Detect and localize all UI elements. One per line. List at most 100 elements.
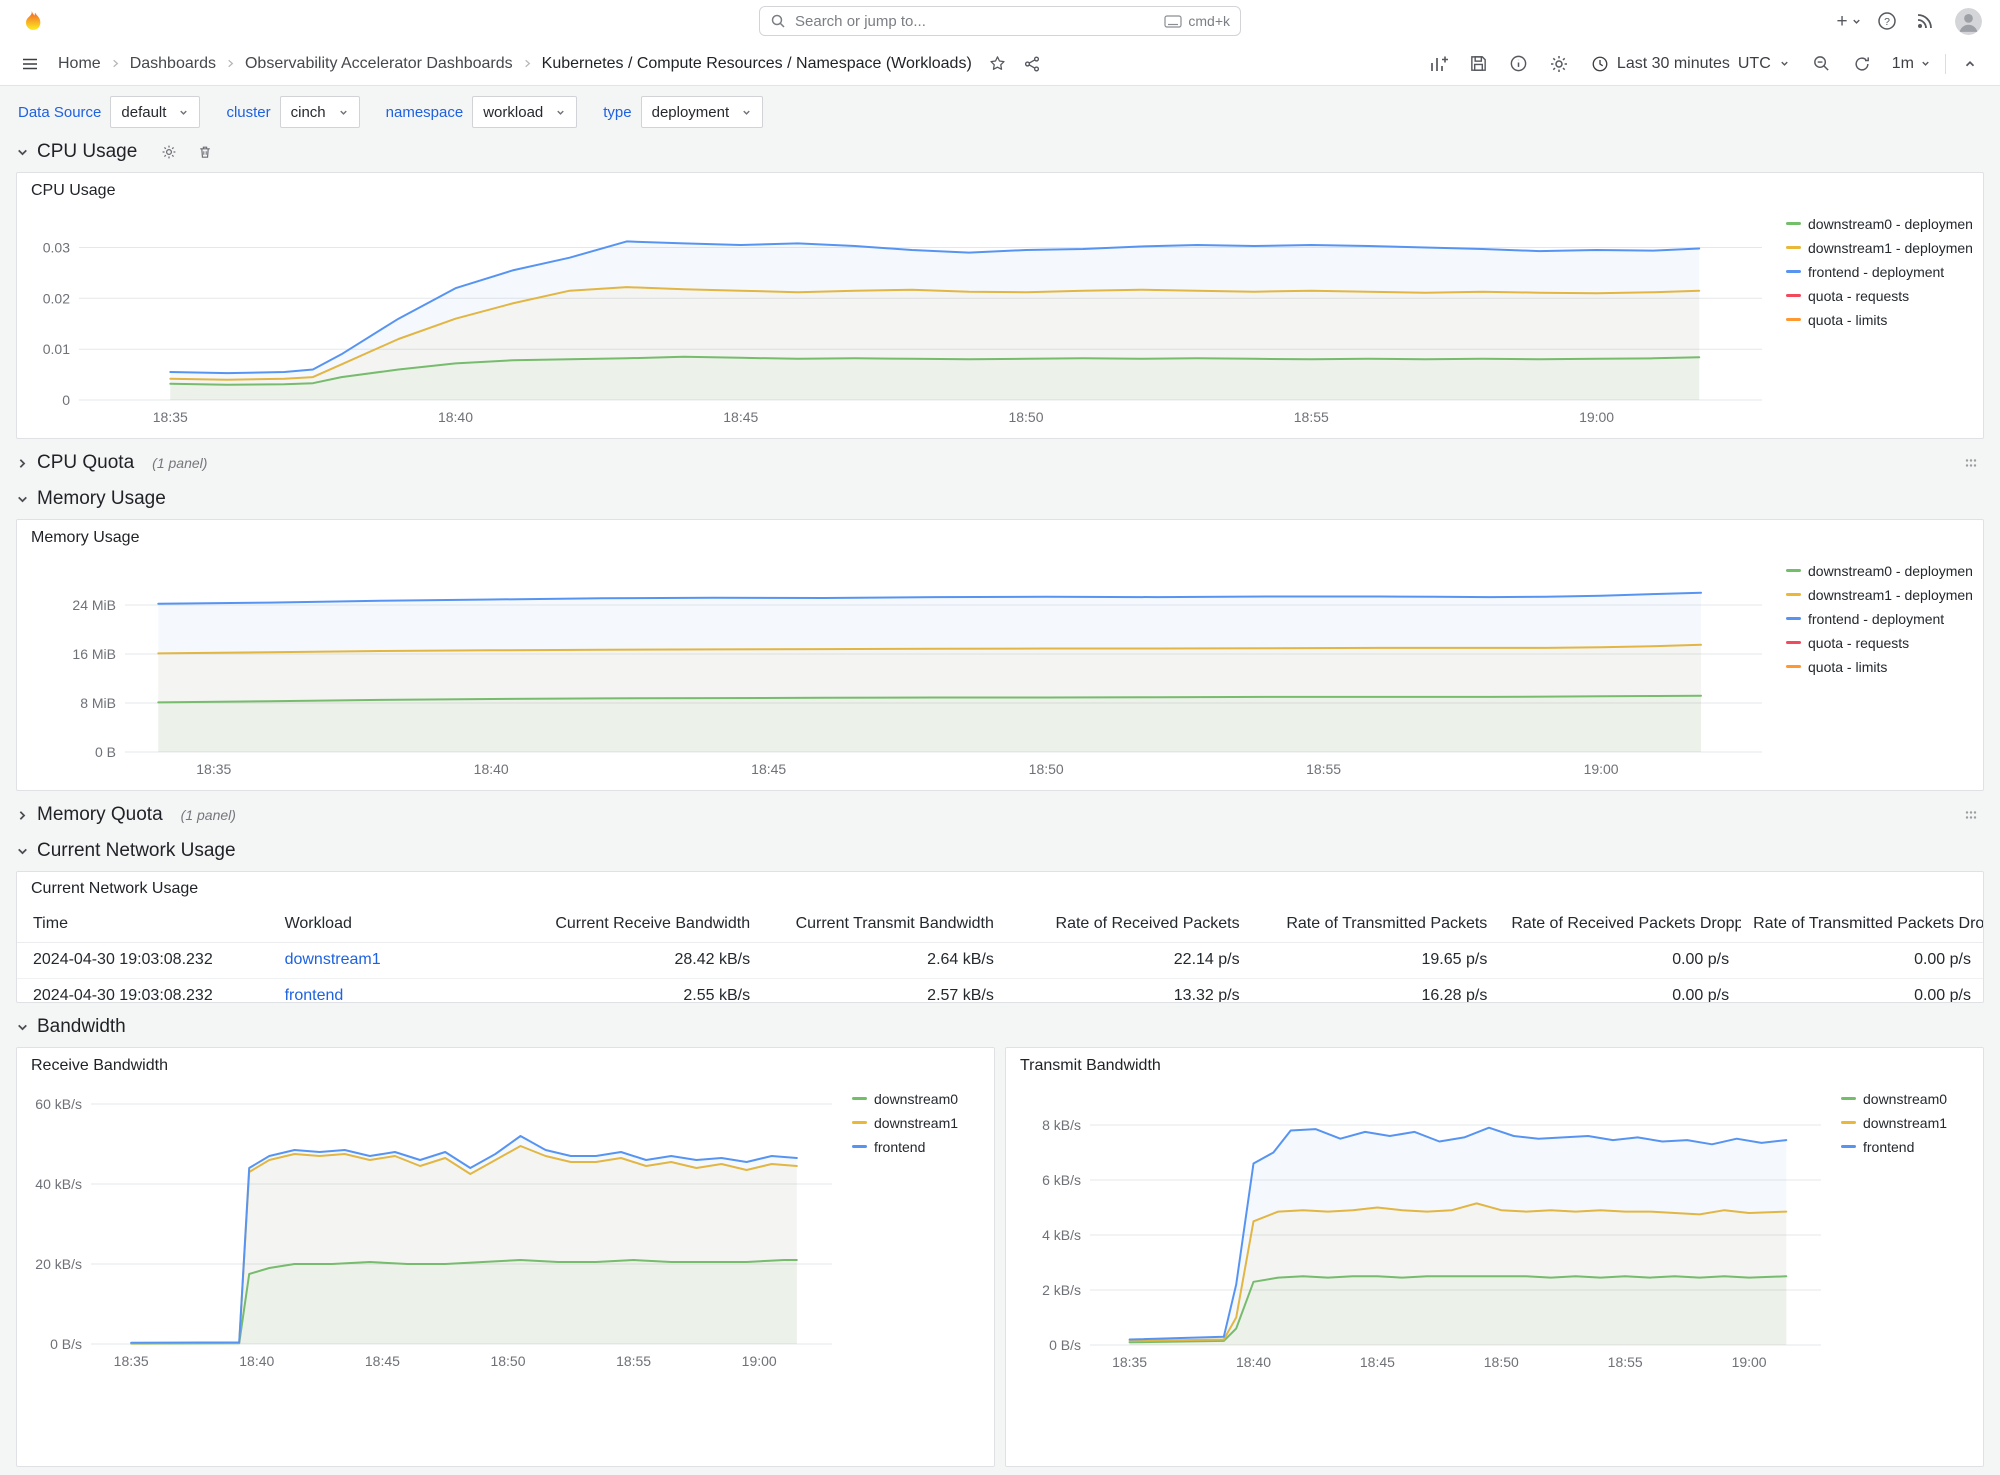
legend-item[interactable]: quota - requests: [1786, 285, 1973, 306]
dashboard-insights-button[interactable]: [1503, 48, 1535, 80]
panel-title[interactable]: Current Network Usage: [17, 872, 1983, 906]
row-title: Current Network Usage: [37, 840, 236, 861]
svg-text:18:35: 18:35: [196, 761, 231, 777]
breadcrumb-home[interactable]: Home: [58, 55, 121, 73]
time-range-label: Last 30 minutes: [1616, 54, 1730, 72]
row-header-current-network-usage[interactable]: Current Network Usage: [16, 835, 1984, 867]
legend-item[interactable]: downstream1: [852, 1112, 984, 1133]
svg-text:2 kB/s: 2 kB/s: [1042, 1282, 1081, 1298]
panel-title[interactable]: CPU Usage: [17, 173, 1983, 209]
table-cell: 0.00 p/s: [1499, 978, 1742, 1002]
breadcrumb-dashboards[interactable]: Dashboards: [130, 55, 236, 73]
transmit-bandwidth-chart[interactable]: 0 B/s 2 kB/s 4 kB/s 6 kB/s 8 kB/s 18:35 18:40 1…: [1006, 1084, 1835, 1375]
table-cell: 19.65 p/s: [1251, 942, 1500, 979]
panel-title[interactable]: Transmit Bandwidth: [1006, 1048, 1983, 1084]
save-dashboard-button[interactable]: [1463, 48, 1495, 80]
menu-toggle[interactable]: [14, 48, 46, 80]
add-new-button[interactable]: +: [1833, 5, 1865, 37]
svg-text:?: ?: [1884, 16, 1890, 28]
column-header[interactable]: Current Receive Bandwidth: [518, 906, 763, 943]
network-usage-table: Time Workload Current Receive Bandwidth Cur…: [17, 906, 1983, 1002]
search-input[interactable]: Search or jump to... cmd+k: [759, 6, 1241, 36]
legend-item[interactable]: downstream1 - deployment: [1786, 237, 1973, 258]
time-range-picker[interactable]: Last 30 minutes UTC: [1583, 48, 1798, 80]
legend-item[interactable]: downstream0 - deployment: [1786, 213, 1973, 234]
chevron-right-icon: [112, 59, 118, 68]
workload-link[interactable]: downstream1: [285, 951, 381, 968]
svg-text:8 MiB: 8 MiB: [80, 695, 116, 711]
save-icon: [1471, 56, 1487, 71]
row-drag-handle[interactable]: [1964, 455, 1984, 471]
legend-item[interactable]: quota - limits: [1786, 656, 1973, 677]
zoom-out-time-button[interactable]: [1806, 48, 1838, 80]
row-header-cpu-usage[interactable]: CPU Usage: [16, 136, 1984, 168]
panel-title[interactable]: Memory Usage: [17, 520, 1983, 556]
user-avatar[interactable]: [1955, 7, 1982, 35]
legend-item[interactable]: quota - limits: [1786, 309, 1973, 330]
legend-item[interactable]: downstream1 - deployment: [1786, 584, 1973, 605]
table-cell: 2.57 kB/s: [762, 978, 1006, 1002]
legend-item[interactable]: frontend: [1841, 1136, 1973, 1157]
panel-memory-usage: Memory Usage 0 B 8 MiB 16 MiB 24 MiB 18:35 18…: [16, 519, 1984, 791]
refresh-button[interactable]: [1846, 48, 1878, 80]
column-header[interactable]: Workload: [272, 906, 519, 943]
column-header[interactable]: Rate of Received Packets: [1005, 906, 1252, 943]
workload-link[interactable]: frontend: [285, 987, 344, 1002]
legend-item[interactable]: downstream0: [1841, 1088, 1973, 1109]
help-button[interactable]: ?: [1871, 5, 1903, 37]
row-header-cpu-quota[interactable]: CPU Quota (1 panel): [16, 447, 1984, 479]
panel-cpu-usage: CPU Usage 0 0.01 0.02 0.03 18:35 18:40 18:45 18…: [16, 172, 1984, 439]
row-settings-button[interactable]: [159, 142, 179, 162]
panel-title[interactable]: Receive Bandwidth: [17, 1048, 994, 1084]
legend-item[interactable]: downstream0: [852, 1088, 984, 1109]
column-header[interactable]: Current Transmit Bandwidth: [762, 906, 1006, 943]
column-header[interactable]: Rate of Transmitted Packets Dropped: [1741, 906, 1983, 943]
legend-item[interactable]: frontend - deployment: [1786, 608, 1973, 629]
row-delete-button[interactable]: [195, 142, 215, 162]
table-cell: 22.14 p/s: [1005, 942, 1252, 979]
share-icon: [1024, 55, 1039, 72]
legend-item[interactable]: quota - requests: [1786, 632, 1973, 653]
svg-text:60 kB/s: 60 kB/s: [35, 1096, 82, 1112]
row-header-bandwidth[interactable]: Bandwidth: [16, 1011, 1984, 1043]
receive-bandwidth-chart[interactable]: 0 B/s 20 kB/s 40 kB/s 60 kB/s 18:35 18:40 18:4…: [17, 1084, 846, 1374]
legend-item[interactable]: frontend: [852, 1136, 984, 1157]
cluster-select[interactable]: cinch: [279, 96, 360, 128]
legend-series-label: downstream0 - deployment: [1808, 215, 1973, 232]
legend-series-label: downstream1 - deployment: [1808, 239, 1973, 256]
cpu-usage-chart[interactable]: 0 0.01 0.02 0.03 18:35 18:40 18:45 18:50 18:55 19…: [17, 209, 1780, 434]
svg-text:19:00: 19:00: [1732, 1354, 1767, 1370]
collapse-chrome-button[interactable]: [1954, 48, 1986, 80]
add-panel-button[interactable]: [1423, 48, 1455, 80]
refresh-interval-picker[interactable]: 1m: [1886, 48, 1937, 80]
legend-item[interactable]: downstream0 - deployment: [1786, 560, 1973, 581]
type-select[interactable]: deployment: [640, 96, 764, 128]
legend-series-swatch: [1786, 222, 1801, 225]
legend-item[interactable]: frontend - deployment: [1786, 261, 1973, 282]
memory-usage-chart[interactable]: 0 B 8 MiB 16 MiB 24 MiB 18:35 18:40 18:45 18:50…: [17, 556, 1780, 786]
legend-series-swatch: [1786, 665, 1801, 668]
search-placeholder: Search or jump to...: [795, 12, 926, 30]
dashboard-settings-button[interactable]: [1543, 48, 1575, 80]
datasource-select[interactable]: default: [110, 96, 201, 128]
row-drag-handle[interactable]: [1964, 807, 1984, 823]
column-header[interactable]: Rate of Transmitted Packets: [1251, 906, 1500, 943]
news-button[interactable]: [1909, 5, 1941, 37]
breadcrumb-folder[interactable]: Observability Accelerator Dashboards: [245, 55, 533, 73]
legend-item[interactable]: downstream1: [1841, 1112, 1973, 1133]
favorite-button[interactable]: [982, 48, 1014, 80]
chevron-right-icon: [16, 809, 29, 822]
share-button[interactable]: [1016, 48, 1048, 80]
keyboard-icon: [1164, 14, 1182, 28]
row-header-memory-usage[interactable]: Memory Usage: [16, 483, 1984, 515]
grafana-logo[interactable]: [18, 8, 44, 34]
column-header[interactable]: Rate of Received Packets Dropped: [1499, 906, 1742, 943]
table-cell: 13.32 p/s: [1005, 978, 1252, 1002]
column-header[interactable]: Time: [17, 906, 273, 943]
memory-usage-legend: downstream0 - deployment downstream1 - de…: [1780, 556, 1975, 677]
row-header-memory-quota[interactable]: Memory Quota (1 panel): [16, 799, 1984, 831]
legend-series-swatch: [852, 1097, 867, 1100]
namespace-select[interactable]: workload: [472, 96, 578, 128]
chevron-down-icon: [339, 110, 347, 115]
svg-text:18:40: 18:40: [474, 761, 509, 777]
